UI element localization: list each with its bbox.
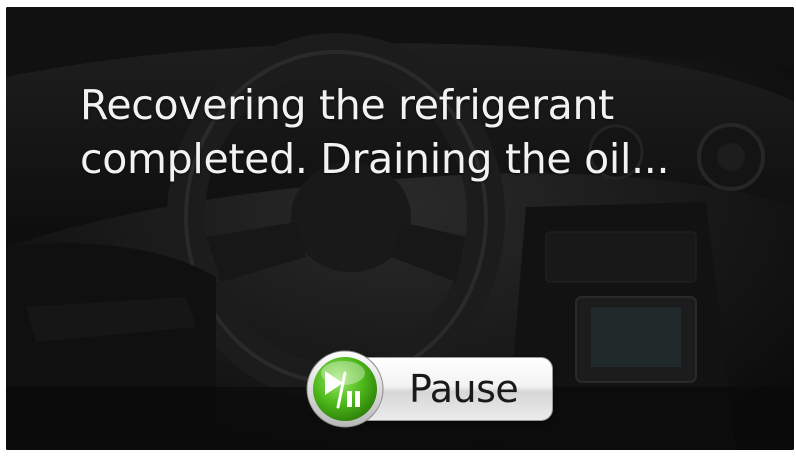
play-pause-icon [306, 350, 384, 428]
status-message-line1: Recovering the refrigerant [80, 81, 614, 129]
status-message-line2: completed. Draining the oil... [80, 135, 670, 183]
display-screen: Recovering the refrigerant completed. Dr… [6, 7, 794, 450]
pause-button-label: Pause [409, 367, 519, 411]
status-message: Recovering the refrigerant completed. Dr… [80, 78, 780, 186]
pause-button[interactable]: Pause [301, 345, 557, 433]
